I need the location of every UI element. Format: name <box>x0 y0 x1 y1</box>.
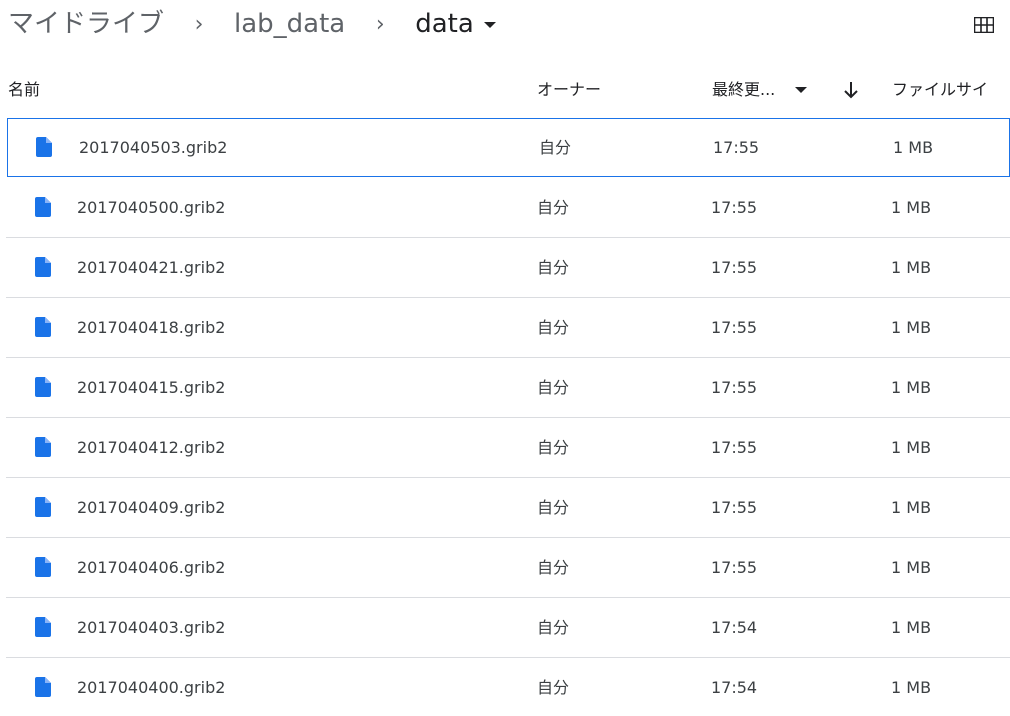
file-row[interactable]: 2017040415.grib2 自分 17:55 1 MB <box>6 358 1010 418</box>
column-header: 名前 オーナー 最終更... ファイルサイ <box>0 62 1010 118</box>
file-name: 2017040418.grib2 <box>77 318 226 337</box>
file-icon <box>35 197 51 217</box>
grid-view-button[interactable] <box>970 12 998 38</box>
file-name: 2017040403.grib2 <box>77 618 226 637</box>
file-row[interactable]: 2017040406.grib2 自分 17:55 1 MB <box>6 538 1010 598</box>
caret-down-icon <box>483 22 496 28</box>
grid-view-icon <box>974 17 994 33</box>
file-modified: 17:55 <box>711 318 758 337</box>
file-icon <box>35 257 51 277</box>
file-modified: 17:55 <box>711 198 758 217</box>
file-name: 2017040400.grib2 <box>77 678 226 697</box>
file-owner: 自分 <box>537 378 570 397</box>
file-icon <box>35 497 51 517</box>
file-owner: 自分 <box>537 498 570 517</box>
file-icon <box>35 377 51 397</box>
breadcrumb: マイドライブ › lab_data › data <box>8 0 496 48</box>
column-owner[interactable]: オーナー <box>537 62 601 118</box>
file-modified: 17:55 <box>711 378 758 397</box>
file-owner: 自分 <box>537 438 570 457</box>
file-modified: 17:54 <box>711 678 758 697</box>
file-size: 1 MB <box>891 678 932 697</box>
file-size: 1 MB <box>891 438 932 457</box>
file-row[interactable]: 2017040412.grib2 自分 17:55 1 MB <box>6 418 1010 478</box>
file-row[interactable]: 2017040421.grib2 自分 17:55 1 MB <box>6 238 1010 298</box>
file-icon <box>35 617 51 637</box>
file-size: 1 MB <box>891 378 932 397</box>
file-row[interactable]: 2017040503.grib2 自分 17:55 1 MB <box>7 118 1010 177</box>
column-file-size[interactable]: ファイルサイ <box>892 62 988 118</box>
sort-descending-icon[interactable] <box>842 80 860 100</box>
column-name[interactable]: 名前 <box>8 62 40 118</box>
file-row[interactable]: 2017040409.grib2 自分 17:55 1 MB <box>6 478 1010 538</box>
file-size: 1 MB <box>891 318 932 337</box>
file-owner: 自分 <box>537 618 570 637</box>
file-modified: 17:55 <box>711 258 758 277</box>
file-icon <box>36 137 52 157</box>
file-modified: 17:55 <box>711 558 758 577</box>
file-name: 2017040409.grib2 <box>77 498 226 517</box>
current-folder-label: data <box>415 9 474 39</box>
drive-file-list: マイドライブ › lab_data › data 名前 オーナー 最終更... … <box>0 0 1010 716</box>
chevron-right-icon: › <box>194 11 204 37</box>
file-row[interactable]: 2017040500.grib2 自分 17:55 1 MB <box>6 178 1010 238</box>
file-name: 2017040421.grib2 <box>77 258 226 277</box>
file-row[interactable]: 2017040400.grib2 自分 17:54 1 MB <box>6 658 1010 716</box>
file-modified: 17:55 <box>711 438 758 457</box>
sort-menu-caret-icon[interactable] <box>795 87 807 93</box>
file-size: 1 MB <box>891 558 932 577</box>
file-size: 1 MB <box>891 258 932 277</box>
file-name: 2017040412.grib2 <box>77 438 226 457</box>
file-owner: 自分 <box>537 318 570 337</box>
file-size: 1 MB <box>891 618 932 637</box>
file-size: 1 MB <box>893 138 934 157</box>
file-owner: 自分 <box>537 558 570 577</box>
file-icon <box>35 677 51 697</box>
file-modified: 17:55 <box>713 138 760 157</box>
file-size: 1 MB <box>891 198 932 217</box>
file-size: 1 MB <box>891 498 932 517</box>
file-icon <box>35 437 51 457</box>
file-owner: 自分 <box>537 198 570 217</box>
breadcrumb-my-drive[interactable]: マイドライブ <box>8 0 164 48</box>
file-modified: 17:54 <box>711 618 758 637</box>
file-modified: 17:55 <box>711 498 758 517</box>
file-owner: 自分 <box>539 138 572 157</box>
file-name: 2017040500.grib2 <box>77 198 226 217</box>
file-icon <box>35 557 51 577</box>
file-name: 2017040503.grib2 <box>79 138 228 157</box>
file-row[interactable]: 2017040403.grib2 自分 17:54 1 MB <box>6 598 1010 658</box>
breadcrumb-lab-data[interactable]: lab_data <box>234 0 345 48</box>
file-icon <box>35 317 51 337</box>
breadcrumb-current-folder[interactable]: data <box>415 0 496 48</box>
chevron-right-icon: › <box>375 11 385 37</box>
file-row[interactable]: 2017040418.grib2 自分 17:55 1 MB <box>6 298 1010 358</box>
file-name: 2017040406.grib2 <box>77 558 226 577</box>
column-last-modified[interactable]: 最終更... <box>712 62 775 118</box>
file-owner: 自分 <box>537 258 570 277</box>
file-owner: 自分 <box>537 678 570 697</box>
file-name: 2017040415.grib2 <box>77 378 226 397</box>
